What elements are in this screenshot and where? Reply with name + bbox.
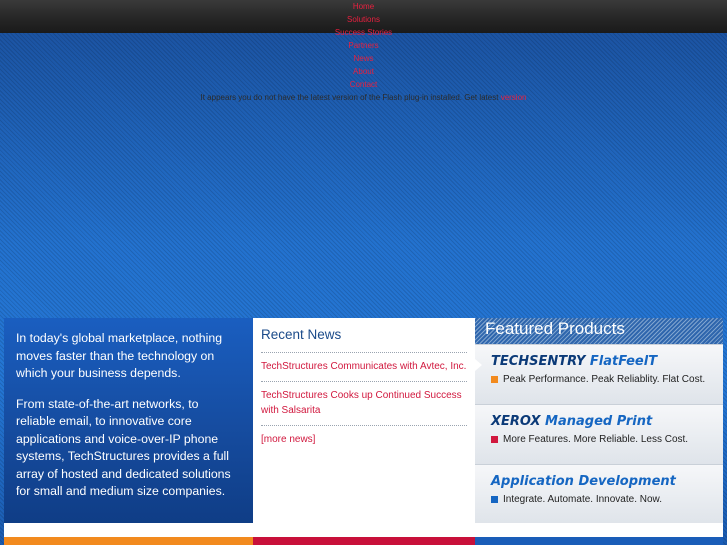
- product-name: XEROX Managed Print: [491, 414, 653, 429]
- square-bullet-icon: [491, 495, 498, 503]
- product-tagline: Integrate. Automate. Innovate. Now.: [491, 494, 723, 505]
- product-name: Application Development: [491, 474, 676, 489]
- featured-products-panel: Featured Products TECHSENTRY FlatFeelT P…: [475, 318, 723, 524]
- color-stripes: [4, 537, 723, 545]
- flash-plugin-message: It appears you do not have the latest ve…: [0, 91, 727, 104]
- stripe-red: [253, 537, 475, 545]
- stripe-blue: [475, 537, 723, 545]
- recent-news-title: Recent News: [261, 327, 342, 342]
- nav-partners[interactable]: Partners: [0, 39, 727, 52]
- square-bullet-icon: [491, 435, 498, 443]
- product-techsentry[interactable]: TECHSENTRY FlatFeelT Peak Performance. P…: [475, 344, 723, 404]
- more-news-link[interactable]: [more news]: [261, 425, 467, 454]
- nav-success-stories[interactable]: Success Stories: [0, 26, 727, 39]
- intro-panel: In today's global marketplace, nothing m…: [4, 318, 253, 523]
- content-row: In today's global marketplace, nothing m…: [4, 318, 723, 524]
- product-tagline: More Features. More Reliable. Less Cost.: [491, 434, 723, 445]
- featured-products-title: Featured Products: [475, 318, 723, 344]
- news-item-salsarita[interactable]: TechStructures Cooks up Continued Succes…: [261, 381, 467, 425]
- main-nav: Home Solutions Success Stories Partners …: [0, 0, 727, 104]
- square-bullet-icon: [491, 375, 498, 383]
- nav-solutions[interactable]: Solutions: [0, 13, 727, 26]
- product-xerox[interactable]: XEROX Managed Print More Features. More …: [475, 404, 723, 464]
- nav-contact[interactable]: Contact: [0, 78, 727, 91]
- intro-paragraph-2: From state-of-the-art networks, to relia…: [16, 396, 231, 499]
- recent-news-panel: Recent News TechStructures Communicates …: [253, 318, 475, 523]
- intro-paragraph-1: In today's global marketplace, nothing m…: [16, 331, 223, 380]
- product-name: TECHSENTRY FlatFeelT: [491, 354, 658, 369]
- news-item-avtec[interactable]: TechStructures Communicates with Avtec, …: [261, 352, 467, 381]
- nav-home[interactable]: Home: [0, 0, 727, 13]
- product-app-dev[interactable]: Application Development Integrate. Autom…: [475, 464, 723, 524]
- nav-news[interactable]: News: [0, 52, 727, 65]
- product-tagline: Peak Performance. Peak Reliablity. Flat …: [491, 374, 723, 385]
- nav-about[interactable]: About: [0, 65, 727, 78]
- stripe-orange: [4, 537, 253, 545]
- flash-upgrade-link[interactable]: version: [501, 93, 527, 102]
- arrow-right-icon: [475, 359, 482, 371]
- flash-message-text: It appears you do not have the latest ve…: [200, 93, 499, 102]
